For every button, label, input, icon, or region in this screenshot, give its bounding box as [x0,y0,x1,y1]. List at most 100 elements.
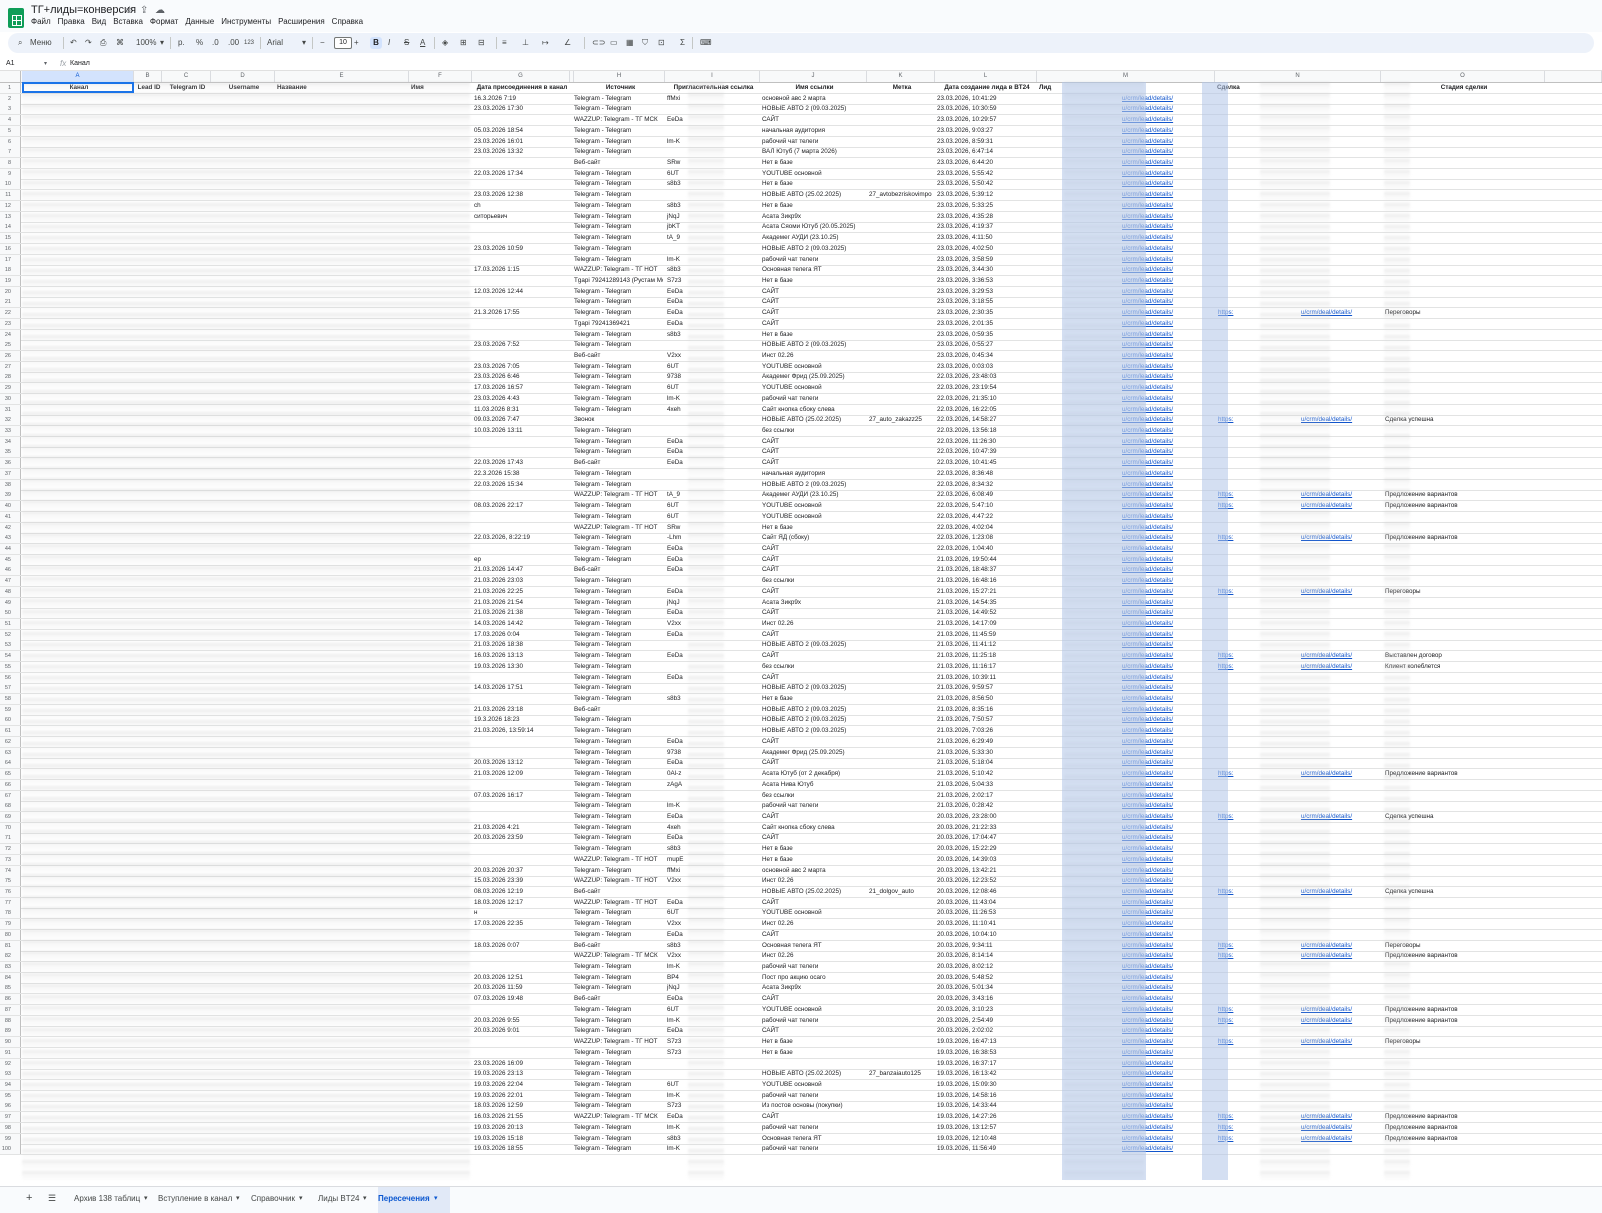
sheets-logo-icon[interactable] [8,8,24,28]
cell-g[interactable] [472,930,570,940]
cell-l[interactable] [867,780,935,790]
cell-l[interactable] [867,983,935,993]
row-number[interactable]: 64 [0,758,21,769]
font-select[interactable]: Arial [267,38,283,48]
cell-g[interactable] [472,737,570,747]
cell-k[interactable]: рабочий чат телеги [760,137,867,147]
cell-i[interactable]: Веб-сайт [572,158,663,168]
cell-j[interactable] [665,1059,690,1069]
sheet-tab-chevron-down-icon[interactable]: ▾ [434,1194,438,1202]
row-number[interactable]: 74 [0,865,21,876]
cell-k[interactable]: САЙТ [760,447,867,457]
cell-j[interactable]: s8b3 [665,941,690,951]
cell-k[interactable]: САЙТ [760,287,867,297]
row-number[interactable]: 79 [0,919,21,930]
cell-i[interactable]: Telegram - Telegram [572,1144,663,1154]
cell-g[interactable]: 21.03.2026 12:09 [472,769,570,779]
decrease-decimals-button[interactable]: .0 [212,38,219,48]
cell-j[interactable]: V2xx [665,619,690,629]
cell-l[interactable] [867,951,935,961]
cell-l[interactable] [867,1144,935,1154]
cell-k[interactable]: YOUTUBE основной [760,362,867,372]
move-icon[interactable]: ⇪ [140,5,148,16]
formula-input[interactable]: Канал [70,60,90,67]
cell-i[interactable]: Telegram - Telegram [572,372,663,382]
cell-g[interactable] [472,233,570,243]
column-header-c[interactable]: C [162,71,211,82]
cell-l[interactable] [867,137,935,147]
cell-k[interactable]: без ссылки [760,662,867,672]
cell-m[interactable]: 20.03.2026, 12:08:46 [935,887,1037,897]
cell-j[interactable] [665,1069,690,1079]
cell-m[interactable]: 23.03.2026, 2:30:35 [935,308,1037,318]
sheet-tab-chevron-down-icon[interactable]: ▾ [299,1194,303,1202]
cell-k[interactable]: НОВЫЕ АВТО 2 (09.03.2025) [760,480,867,490]
row-number[interactable]: 49 [0,597,21,608]
cell-l[interactable] [867,855,935,865]
cell-l[interactable] [867,222,935,232]
row-number[interactable]: 5 [0,125,21,136]
row-number[interactable]: 67 [0,790,21,801]
font-size-increase-icon[interactable]: + [354,38,359,48]
cell-g[interactable]: 15.03.2026 23:39 [472,876,570,886]
cell-g[interactable]: 23.03.2026 7:52 [472,340,570,350]
cell-g[interactable] [472,1037,570,1047]
cell-j[interactable]: BP4 [665,973,690,983]
row-number[interactable]: 100 [0,1144,21,1155]
cell-l[interactable] [867,823,935,833]
cell-i[interactable]: Telegram - Telegram [572,598,663,608]
row-number[interactable]: 3 [0,104,21,115]
cell-k[interactable]: САЙТ [760,758,867,768]
cell-l[interactable] [867,565,935,575]
cell-l[interactable] [867,480,935,490]
row-number[interactable]: 32 [0,415,21,426]
cell-m[interactable]: 19.03.2026, 15:09:30 [935,1080,1037,1090]
cell-g[interactable]: 20.03.2026 11:59 [472,983,570,993]
cell-g[interactable] [472,962,570,972]
cell-j[interactable]: lm-K [665,962,690,972]
row-number[interactable]: 99 [0,1133,21,1144]
cell-k[interactable]: ВАЛ Ютуб (7 марта 2026) [760,147,867,157]
column-header-m[interactable]: L [935,71,1037,82]
cell-g[interactable] [472,748,570,758]
row-number[interactable]: 87 [0,1004,21,1015]
cell-k[interactable]: НОВЫЕ АВТО 2 (09.03.2025) [760,705,867,715]
cell-k[interactable]: Асата Зикр9х [760,212,867,222]
name-box[interactable]: A1 [6,60,46,67]
row-number[interactable]: 12 [0,200,21,211]
cell-g[interactable]: 21.03.2026 22:25 [472,587,570,597]
sheet-tab[interactable]: Справочник [251,1194,295,1203]
cell-j[interactable] [665,469,690,479]
cell-g[interactable] [472,812,570,822]
cell-m[interactable]: 22.03.2026, 13:56:18 [935,426,1037,436]
cell-k[interactable]: рабочий чат телеги [760,801,867,811]
cell-l[interactable] [867,126,935,136]
cell-g[interactable]: 20.03.2026 12:51 [472,973,570,983]
row-number[interactable]: 72 [0,844,21,855]
cell-g[interactable]: 23.03.2026 16:09 [472,1059,570,1069]
cell-i[interactable]: Telegram - Telegram [572,930,663,940]
cell-m[interactable]: 22.03.2026, 10:47:39 [935,447,1037,457]
row-number[interactable]: 82 [0,951,21,962]
cell-i[interactable]: Telegram - Telegram [572,555,663,565]
cell-l[interactable] [867,405,935,415]
cell-l[interactable] [867,1026,935,1036]
row-number[interactable]: 51 [0,619,21,629]
cell-g[interactable]: 18.03.2026 12:59 [472,1101,570,1111]
cell-k[interactable]: САЙТ [760,651,867,661]
search-menu-label[interactable]: Меню [30,38,52,48]
cell-i[interactable]: Telegram - Telegram [572,1069,663,1079]
cell-g[interactable] [472,319,570,329]
cell-g[interactable]: 21.03.2026, 13:59:14 [472,726,570,736]
cell-j[interactable]: 6UT [665,908,690,918]
row-number[interactable]: 7 [0,147,21,158]
cell-k[interactable]: САЙТ [760,587,867,597]
cell-m[interactable]: 23.03.2026, 3:18:55 [935,297,1037,307]
cell-m[interactable]: 22.03.2026, 4:47:22 [935,512,1037,522]
cell-k[interactable]: рабочий чат телеги [760,1016,867,1026]
row-number[interactable]: 94 [0,1079,21,1090]
cell-i[interactable]: Telegram - Telegram [572,340,663,350]
cell-i[interactable]: Telegram - Telegram [572,844,663,854]
row-number[interactable]: 48 [0,586,21,597]
row-number[interactable]: 84 [0,972,21,983]
